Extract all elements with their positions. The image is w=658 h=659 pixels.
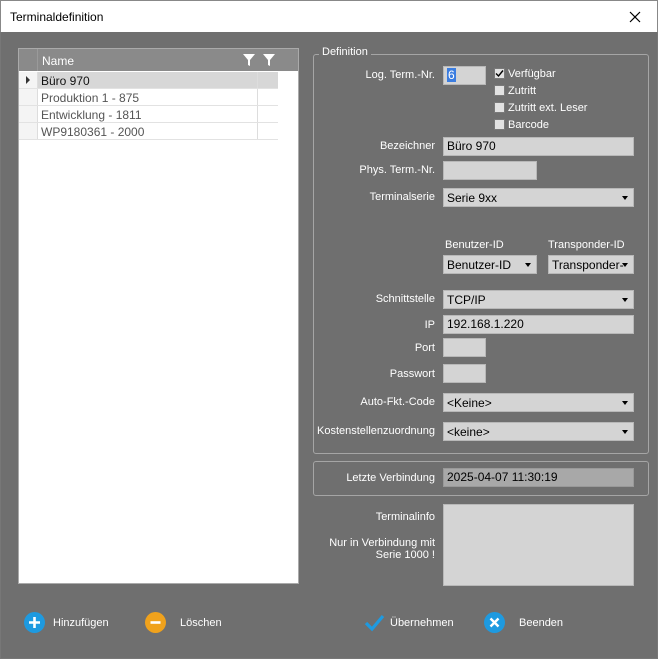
- dialog-body: Name Büro 970 Produktion 1 - 875 Entwicklu…: [0, 32, 658, 659]
- chevron-down-icon: [525, 263, 531, 267]
- row-name-cell: Entwicklung - 1811: [41, 108, 142, 122]
- checkbox-row[interactable]: Zutritt ext. Leser: [494, 100, 587, 115]
- letzte-verbindung-label: Letzte Verbindung: [346, 472, 435, 484]
- checkbox-group: Verfügbar Zutritt Zutritt ext. Leser Barcod…: [494, 66, 587, 134]
- minus-icon: [145, 612, 166, 633]
- row-name-cell: WP9180361 - 2000: [41, 125, 145, 139]
- benutzer-id-select[interactable]: Benutzer-ID: [443, 255, 537, 274]
- table-row[interactable]: Produktion 1 - 875: [19, 89, 278, 106]
- auto-fkt-code-value: <Keine>: [447, 396, 492, 410]
- close-circle-icon: [484, 612, 505, 633]
- row-extra-cell: [257, 89, 278, 105]
- checkbox-label: Barcode: [508, 118, 549, 131]
- transponder-id-value: Transponder-: [552, 258, 624, 272]
- terminalserie-select[interactable]: Serie 9xx: [443, 188, 634, 207]
- log-term-nr-label: Log. Term.-Nr.: [365, 69, 436, 81]
- close-button[interactable]: [613, 1, 657, 32]
- transponder-id-select[interactable]: Transponder-: [548, 255, 634, 274]
- row-name-cell: Produktion 1 - 875: [41, 91, 140, 105]
- auto-fkt-code-label: Auto-Fkt.-Code: [360, 396, 435, 408]
- chevron-down-icon: [622, 298, 628, 302]
- table-row[interactable]: Büro 970: [19, 72, 278, 89]
- apply-button-label: Übernehmen: [390, 616, 454, 629]
- checkbox-label: Zutritt: [508, 84, 537, 97]
- terminal-list-grid[interactable]: Name Büro 970 Produktion 1 - 875 Entwicklu…: [18, 48, 299, 584]
- exit-button-label: Beenden: [519, 616, 564, 629]
- auto-fkt-code-select[interactable]: <Keine>: [443, 393, 634, 412]
- grid-corner: [19, 49, 38, 71]
- port-input[interactable]: [443, 338, 486, 357]
- chevron-down-icon: [622, 401, 628, 405]
- schnittstelle-value: TCP/IP: [447, 293, 486, 307]
- add-button-label: Hinzufügen: [53, 616, 109, 629]
- table-row[interactable]: Entwicklung - 1811: [19, 106, 278, 123]
- row-pointer-icon: [26, 76, 30, 84]
- plus-icon: [24, 612, 45, 633]
- log-term-nr-input[interactable]: 6: [443, 66, 486, 85]
- checkbox[interactable]: [494, 102, 505, 113]
- title-bar: Terminaldefinition: [0, 0, 658, 32]
- row-header[interactable]: [19, 89, 38, 105]
- phys-term-nr-label: Phys. Term.-Nr.: [359, 164, 435, 176]
- checkmark-icon: [364, 614, 385, 632]
- terminalserie-label: Terminalserie: [369, 191, 435, 203]
- terminalinfo-box[interactable]: [443, 504, 634, 586]
- row-extra-cell: [257, 106, 278, 122]
- kostenstellen-label: Kostenstellenzuordnung: [317, 425, 436, 437]
- log-term-nr-value: 6: [447, 68, 456, 82]
- kostenstellen-select[interactable]: <keine>: [443, 422, 634, 441]
- port-label: Port: [414, 342, 435, 354]
- checkbox-row[interactable]: Zutritt: [494, 83, 587, 98]
- schnittstelle-label: Schnittstelle: [375, 293, 435, 305]
- delete-button[interactable]: Löschen: [145, 612, 222, 633]
- checkbox[interactable]: [494, 68, 505, 79]
- passwort-label: Passwort: [389, 368, 435, 380]
- schnittstelle-select[interactable]: TCP/IP: [443, 290, 634, 309]
- checkbox-label: Zutritt ext. Leser: [508, 101, 588, 114]
- checkbox-row[interactable]: Verfügbar: [494, 66, 587, 81]
- checkbox-row[interactable]: Barcode: [494, 117, 587, 132]
- checkbox[interactable]: [494, 85, 505, 96]
- kostenstellen-value: <keine>: [447, 425, 490, 439]
- ip-label: IP: [424, 319, 435, 331]
- check-icon: [495, 70, 504, 78]
- row-header[interactable]: [19, 72, 38, 88]
- checkbox[interactable]: [494, 119, 505, 130]
- chevron-down-icon: [622, 196, 628, 200]
- filter-icon[interactable]: [243, 53, 255, 67]
- window-title: Terminaldefinition: [10, 10, 104, 24]
- transponder-id-label: Transponder-ID: [548, 239, 625, 251]
- terminalinfo-label: Terminalinfo: [375, 511, 435, 523]
- terminalinfo-note: Nur in Verbindung mit Serie 1000 !: [329, 537, 435, 561]
- filter-icon[interactable]: [263, 53, 275, 67]
- bezeichner-label: Bezeichner: [379, 140, 435, 152]
- row-header[interactable]: [19, 123, 38, 139]
- chevron-down-icon: [622, 430, 628, 434]
- close-icon: [629, 11, 641, 22]
- table-row[interactable]: WP9180361 - 2000: [19, 123, 278, 140]
- ip-input[interactable]: 192.168.1.220: [443, 315, 634, 334]
- terminalserie-value: Serie 9xx: [447, 191, 498, 205]
- exit-button[interactable]: Beenden: [484, 612, 563, 633]
- bezeichner-input[interactable]: Büro 970: [443, 137, 634, 156]
- delete-button-label: Löschen: [180, 616, 222, 629]
- apply-button[interactable]: Übernehmen: [364, 612, 454, 633]
- benutzer-id-label: Benutzer-ID: [445, 239, 504, 251]
- benutzer-id-value: Benutzer-ID: [447, 258, 512, 272]
- row-extra-cell: [257, 123, 278, 139]
- passwort-input[interactable]: [443, 364, 486, 383]
- row-header[interactable]: [19, 106, 38, 122]
- grid-header: Name: [19, 49, 298, 71]
- definition-group-title: Definition: [319, 46, 371, 58]
- row-extra-cell: [257, 72, 278, 88]
- column-header-name[interactable]: Name: [42, 54, 74, 68]
- chevron-down-icon: [622, 263, 628, 267]
- letzte-verbindung-value: 2025-04-07 11:30:19: [443, 468, 634, 487]
- add-button[interactable]: Hinzufügen: [24, 612, 109, 633]
- row-name-cell: Büro 970: [41, 74, 90, 88]
- checkbox-label: Verfügbar: [508, 67, 556, 80]
- phys-term-nr-input[interactable]: [443, 161, 537, 180]
